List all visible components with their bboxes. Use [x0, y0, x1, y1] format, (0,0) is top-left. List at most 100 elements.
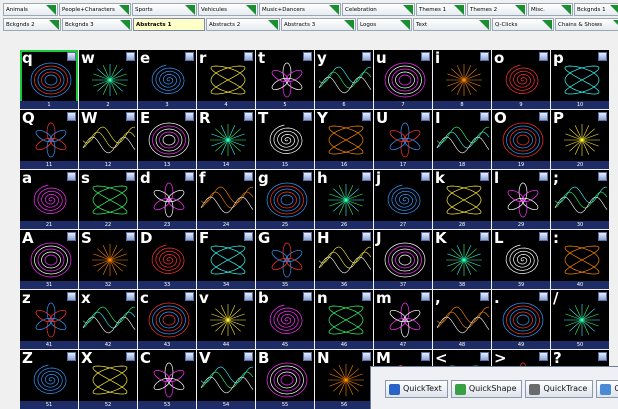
- cue-cell[interactable]: o9: [492, 50, 550, 109]
- toolbar-button-quicktrace[interactable]: QuickTrace: [525, 380, 594, 398]
- cue-cell[interactable]: u7: [374, 50, 432, 109]
- cue-cell[interactable]: K 38: [433, 230, 491, 289]
- cue-cell[interactable]: I 18: [433, 110, 491, 169]
- cue-cell[interactable]: t5: [256, 50, 314, 109]
- cue-cell[interactable]: i8: [433, 50, 491, 109]
- cue-options-icon[interactable]: [539, 292, 548, 301]
- cue-cell[interactable]: R 14: [197, 110, 255, 169]
- cue-options-icon[interactable]: [421, 112, 430, 121]
- cue-cell[interactable]: z 41: [20, 290, 78, 349]
- cue-options-icon[interactable]: [598, 232, 607, 241]
- cue-cell[interactable]: Y 16: [315, 110, 373, 169]
- cue-options-icon[interactable]: [303, 172, 312, 181]
- cue-cell[interactable]: c 43: [138, 290, 196, 349]
- tab-sports[interactable]: Sports: [132, 3, 197, 16]
- cue-options-icon[interactable]: [67, 292, 76, 301]
- cue-cell[interactable]: k 28: [433, 170, 491, 229]
- cue-options-icon[interactable]: [480, 112, 489, 121]
- cue-options-icon[interactable]: [185, 52, 194, 61]
- tab-people-characters[interactable]: People+Characters: [59, 3, 131, 16]
- cue-cell[interactable]: . 49: [492, 290, 550, 349]
- tab-abstracts-2[interactable]: Abstracts 2: [206, 18, 280, 31]
- cue-options-icon[interactable]: [480, 352, 489, 361]
- tab-q-clicks[interactable]: Q-Clicks: [492, 18, 554, 31]
- cue-cell[interactable]: E 13: [138, 110, 196, 169]
- tab-abstracts-1[interactable]: Abstracts 1: [133, 18, 205, 31]
- cue-options-icon[interactable]: [362, 52, 371, 61]
- cue-cell[interactable]: , 48: [433, 290, 491, 349]
- cue-options-icon[interactable]: [303, 352, 312, 361]
- cue-options-icon[interactable]: [126, 352, 135, 361]
- cue-cell[interactable]: Z 51: [20, 350, 78, 409]
- cue-cell[interactable]: O 19: [492, 110, 550, 169]
- tab-bckgnds-3[interactable]: Bckgnds 3: [62, 18, 132, 31]
- cue-options-icon[interactable]: [126, 52, 135, 61]
- cue-cell[interactable]: / 50: [551, 290, 609, 349]
- cue-cell[interactable]: V 54: [197, 350, 255, 409]
- cue-cell[interactable]: f 24: [197, 170, 255, 229]
- cue-options-icon[interactable]: [362, 352, 371, 361]
- cue-options-icon[interactable]: [244, 112, 253, 121]
- cue-options-icon[interactable]: [362, 112, 371, 121]
- cue-options-icon[interactable]: [480, 172, 489, 181]
- cue-options-icon[interactable]: [67, 172, 76, 181]
- cue-cell[interactable]: e3: [138, 50, 196, 109]
- cue-cell[interactable]: s 22: [79, 170, 137, 229]
- tab-themes-1[interactable]: Themes 1: [416, 3, 466, 16]
- cue-cell[interactable]: : 40: [551, 230, 609, 289]
- cue-cell[interactable]: C 53: [138, 350, 196, 409]
- toolbar-button-quickshape[interactable]: QuickShape: [450, 380, 523, 398]
- cue-cell[interactable]: r4: [197, 50, 255, 109]
- cue-options-icon[interactable]: [244, 52, 253, 61]
- cue-options-icon[interactable]: [185, 232, 194, 241]
- cue-cell[interactable]: F 34: [197, 230, 255, 289]
- cue-options-icon[interactable]: [421, 52, 430, 61]
- tab-abstracts-3[interactable]: Abstracts 3: [281, 18, 356, 31]
- cue-options-icon[interactable]: [303, 232, 312, 241]
- cue-options-icon[interactable]: [185, 112, 194, 121]
- cue-options-icon[interactable]: [244, 172, 253, 181]
- cue-cell[interactable]: h 26: [315, 170, 373, 229]
- cue-cell[interactable]: G 35: [256, 230, 314, 289]
- cue-options-icon[interactable]: [421, 172, 430, 181]
- cue-options-icon[interactable]: [303, 112, 312, 121]
- cue-options-icon[interactable]: [67, 52, 76, 61]
- cue-options-icon[interactable]: [67, 232, 76, 241]
- cue-options-icon[interactable]: [126, 292, 135, 301]
- tab-animals[interactable]: Animals: [3, 3, 58, 16]
- cue-cell[interactable]: d 23: [138, 170, 196, 229]
- cue-cell[interactable]: a 21: [20, 170, 78, 229]
- cue-options-icon[interactable]: [185, 292, 194, 301]
- cue-cell[interactable]: D 33: [138, 230, 196, 289]
- cue-cell[interactable]: A 31: [20, 230, 78, 289]
- cue-options-icon[interactable]: [480, 52, 489, 61]
- cue-options-icon[interactable]: [598, 292, 607, 301]
- cue-options-icon[interactable]: [362, 172, 371, 181]
- toolbar-button-quicktext[interactable]: QuickText: [385, 380, 448, 398]
- cue-cell[interactable]: L 39: [492, 230, 550, 289]
- tab-themes-2[interactable]: Themes 2: [467, 3, 527, 16]
- cue-cell[interactable]: ; 30: [551, 170, 609, 229]
- cue-cell[interactable]: N 56: [315, 350, 373, 409]
- tab-logos[interactable]: Logos: [357, 18, 412, 31]
- cue-cell[interactable]: g 25: [256, 170, 314, 229]
- cue-options-icon[interactable]: [539, 352, 548, 361]
- tab-bckgnds-2[interactable]: Bckgnds 2: [3, 18, 61, 31]
- cue-cell[interactable]: T 15: [256, 110, 314, 169]
- cue-options-icon[interactable]: [598, 352, 607, 361]
- cue-options-icon[interactable]: [539, 232, 548, 241]
- cue-cell[interactable]: j 27: [374, 170, 432, 229]
- cue-cell[interactable]: w2: [79, 50, 137, 109]
- tab-chains-shows[interactable]: Chains & Shows: [555, 18, 618, 31]
- cue-cell[interactable]: B 55: [256, 350, 314, 409]
- cue-cell[interactable]: b 45: [256, 290, 314, 349]
- cue-cell[interactable]: y6: [315, 50, 373, 109]
- cue-options-icon[interactable]: [480, 292, 489, 301]
- cue-options-icon[interactable]: [421, 232, 430, 241]
- cue-cell[interactable]: m 47: [374, 290, 432, 349]
- cue-cell[interactable]: S 32: [79, 230, 137, 289]
- cue-options-icon[interactable]: [67, 352, 76, 361]
- cue-options-icon[interactable]: [480, 232, 489, 241]
- cue-options-icon[interactable]: [126, 112, 135, 121]
- cue-options-icon[interactable]: [244, 292, 253, 301]
